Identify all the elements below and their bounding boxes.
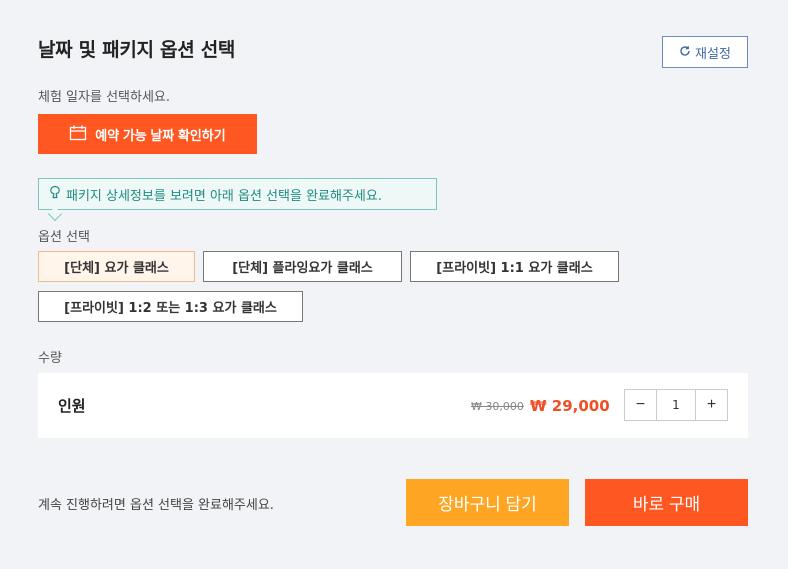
option-label: [프라이빗] 1:1 요가 클래스 [436, 261, 593, 276]
option-private-1-2-3[interactable]: [프라이빗] 1:2 또는 1:3 요가 클래스 [38, 291, 303, 322]
decrease-button[interactable]: − [625, 390, 656, 420]
check-dates-button[interactable]: 예약 가능 날짜 확인하기 [38, 114, 257, 154]
calendar-icon [69, 125, 87, 144]
reset-button[interactable]: 재설정 [662, 36, 748, 68]
option-label: [단체] 플라잉요가 클래스 [232, 261, 373, 276]
original-price: ₩ 30,000 [471, 400, 524, 413]
quantity-value[interactable]: 1 [656, 390, 696, 420]
increase-button[interactable]: + [696, 390, 727, 420]
add-to-cart-button[interactable]: 장바구니 담기 [406, 479, 569, 526]
date-instruction: 체험 일자를 선택하세요. [38, 90, 170, 105]
page-title: 날짜 및 패키지 옵션 선택 [38, 39, 236, 61]
quantity-row: 인원 ₩ 30,000 ₩ 29,000 − 1 + [38, 373, 748, 438]
option-notice: 패키지 상세정보를 보려면 아래 옵션 선택을 완료해주세요. [38, 178, 437, 210]
option-panel: 날짜 및 패키지 옵션 선택 재설정 체험 일자를 선택하세요. 예약 가능 날… [0, 0, 788, 569]
option-label: [단체] 요가 클래스 [64, 261, 169, 276]
refresh-icon [679, 45, 691, 60]
option-group-flying-yoga[interactable]: [단체] 플라잉요가 클래스 [203, 251, 402, 282]
sale-price: ₩ 29,000 [530, 397, 610, 415]
option-private-1-1[interactable]: [프라이빗] 1:1 요가 클래스 [410, 251, 619, 282]
notice-text: 패키지 상세정보를 보려면 아래 옵션 선택을 완료해주세요. [66, 188, 382, 204]
balloon-icon [48, 185, 62, 203]
options-label: 옵션 선택 [38, 230, 90, 245]
check-dates-label: 예약 가능 날짜 확인하기 [95, 127, 226, 143]
person-label: 인원 [58, 397, 86, 415]
quantity-stepper: − 1 + [624, 389, 728, 421]
footer-message: 계속 진행하려면 옵션 선택을 완료해주세요. [38, 498, 274, 513]
option-group-yoga[interactable]: [단체] 요가 클래스 [38, 251, 195, 282]
option-label: [프라이빗] 1:2 또는 1:3 요가 클래스 [64, 301, 277, 316]
quantity-label: 수량 [38, 351, 62, 366]
buy-now-button[interactable]: 바로 구매 [585, 479, 748, 526]
reset-label: 재설정 [695, 45, 731, 61]
